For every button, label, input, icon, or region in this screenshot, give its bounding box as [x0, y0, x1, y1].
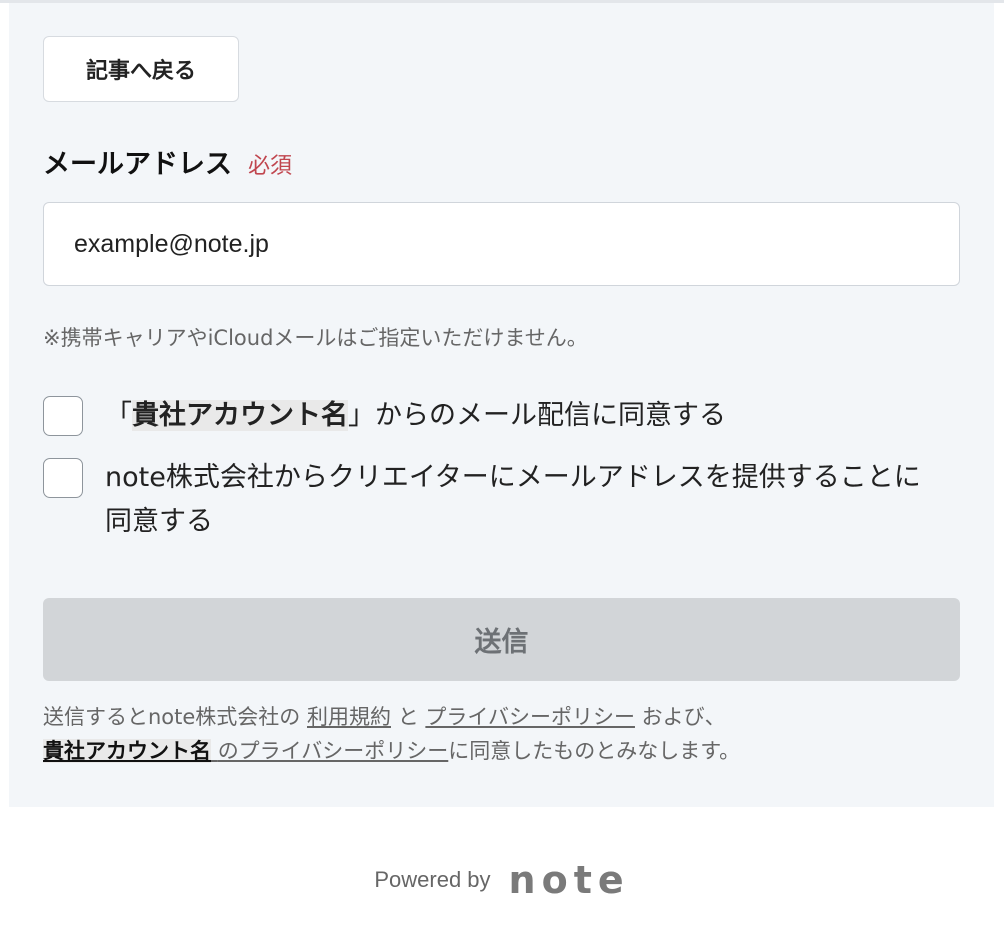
note-logo-icon[interactable]: note [509, 858, 630, 902]
consent-notice: 送信するとnote株式会社の 利用規約 と プライバシーポリシー および、 貴社… [43, 705, 741, 763]
required-badge: 必須 [248, 154, 293, 179]
powered-by-text: Powered by [374, 867, 491, 892]
submit-button[interactable]: 送信 [43, 598, 960, 681]
email-label-row: メールアドレス 必須 [43, 142, 292, 182]
email-input[interactable] [43, 202, 960, 286]
consent-checkbox-1[interactable] [43, 396, 83, 436]
consent-label-2: note株式会社からクリエイターにメールアドレスを提供することに同意する [105, 462, 921, 537]
email-note: ※携帯キャリアやiCloudメールはご指定いただけません。 [43, 326, 588, 350]
consent-checkbox-row-1[interactable]: 「貴社アカウント名」からのメール配信に同意する [43, 396, 726, 438]
consent-label-1: 「貴社アカウント名」からのメール配信に同意する [105, 400, 726, 431]
account-privacy-link[interactable]: 貴社アカウント名 のプライバシーポリシー [43, 739, 448, 763]
powered-by-footer: Powered by note [0, 858, 1004, 902]
terms-link[interactable]: 利用規約 [307, 705, 391, 729]
back-to-article-button[interactable]: 記事へ戻る [43, 36, 239, 102]
account-name: 貴社アカウント名 [132, 400, 348, 431]
account-name-2: 貴社アカウント名 [43, 739, 211, 763]
consent-checkbox-row-2[interactable]: note株式会社からクリエイターにメールアドレスを提供することに同意する [43, 458, 945, 544]
privacy-policy-link[interactable]: プライバシーポリシー [425, 705, 635, 729]
consent-checkbox-2[interactable] [43, 458, 83, 498]
email-label: メールアドレス [43, 149, 232, 180]
